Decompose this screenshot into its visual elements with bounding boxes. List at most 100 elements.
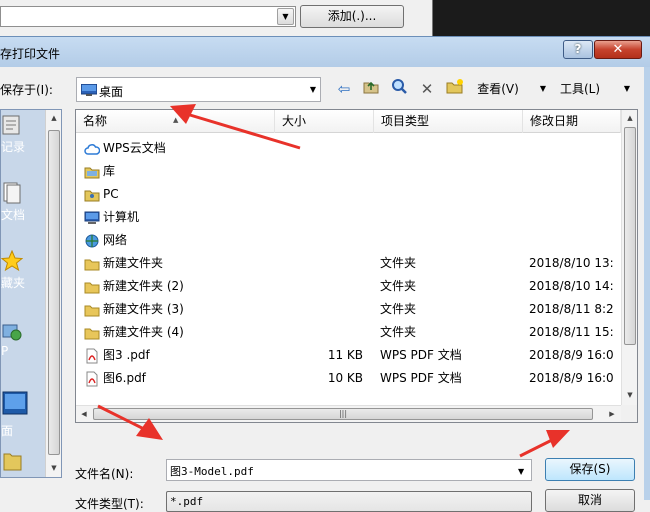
file-row[interactable]: 库	[76, 160, 621, 183]
pdf-file-icon	[84, 348, 100, 364]
file-date: 2018/8/11 15:	[529, 325, 614, 339]
file-type: 文件夹	[380, 279, 417, 293]
file-name: 图6.pdf	[103, 371, 146, 385]
file-row[interactable]: 图3 .pdf 11 KB WPS PDF 文档 2018/8/9 16:0	[76, 344, 621, 367]
place-label: 面	[1, 424, 14, 438]
file-row[interactable]: 新建文件夹 文件夹 2018/8/10 13:	[76, 252, 621, 275]
tools-menu[interactable]: 工具(L)	[555, 78, 605, 100]
back-icon[interactable]: ⇦	[333, 78, 355, 100]
dialog-title: 存打印文件	[0, 47, 61, 61]
cancel-button[interactable]: 取消	[545, 489, 635, 512]
scroll-up-icon[interactable]: ▲	[46, 110, 61, 127]
file-type: WPS PDF 文档	[380, 348, 462, 362]
save-in-dropdown[interactable]: 桌面 ▼	[76, 77, 321, 102]
place-favorites[interactable]: 藏夹	[1, 250, 45, 291]
file-list-horizontal-scrollbar[interactable]: ◀ ||| ▶	[76, 405, 621, 422]
file-row[interactable]: 新建文件夹 (4) 文件夹 2018/8/11 15:	[76, 321, 621, 344]
documents-icon	[3, 182, 21, 204]
cloud-icon	[84, 141, 101, 157]
chevron-down-icon[interactable]: ▼	[277, 8, 294, 25]
network-place-icon	[2, 324, 22, 341]
recent-icon	[2, 115, 20, 135]
place-network[interactable]: P	[1, 320, 45, 358]
file-size: 11 KB	[327, 348, 363, 362]
save-in-label: 保存于(I):	[0, 83, 53, 97]
place-recent[interactable]: 记录	[1, 114, 45, 155]
file-type: 文件夹	[380, 325, 417, 339]
chevron-down-icon[interactable]: ▼	[310, 85, 316, 94]
scrollbar-corner	[621, 405, 637, 422]
column-type[interactable]: 项目类型	[374, 110, 523, 133]
column-header: 名称 ▲ 大小 项目类型 修改日期	[76, 110, 621, 133]
scroll-right-icon[interactable]: ▶	[604, 406, 620, 422]
filename-input[interactable]: 图3-Model.pdf	[166, 459, 532, 481]
title-bar[interactable]: 存打印文件 ? ✕	[0, 37, 650, 67]
file-name: 库	[103, 164, 116, 178]
file-list-vertical-scrollbar[interactable]: ▲ ▼	[621, 110, 637, 405]
file-name: 新建文件夹	[103, 256, 164, 270]
tools-dropdown-icon[interactable]: ▼	[620, 78, 634, 100]
scroll-up-icon[interactable]: ▲	[622, 110, 637, 127]
add-button[interactable]: 添加(.)...	[300, 5, 404, 28]
new-folder-icon[interactable]	[444, 78, 466, 100]
sort-arrow-icon: ▲	[173, 116, 179, 124]
scroll-thumb[interactable]	[624, 127, 636, 345]
views-dropdown-icon[interactable]: ▼	[536, 78, 550, 100]
scroll-left-icon[interactable]: ◀	[76, 406, 92, 422]
column-size[interactable]: 大小	[275, 110, 374, 133]
filetype-label: 文件类型(T):	[75, 497, 144, 511]
chevron-down-icon[interactable]: ▼	[518, 467, 524, 476]
place-desktop[interactable]: 面	[1, 390, 45, 439]
filetype-dropdown[interactable]: *.pdf	[166, 491, 532, 512]
scroll-thumb[interactable]: |||	[93, 408, 593, 420]
background-dark-panel	[432, 0, 650, 36]
column-name[interactable]: 名称 ▲	[76, 110, 275, 133]
file-name: 计算机	[103, 210, 140, 224]
file-date: 2018/8/9 16:0	[529, 371, 614, 385]
file-row[interactable]: 图6.pdf 10 KB WPS PDF 文档 2018/8/9 16:0	[76, 367, 621, 390]
search-icon[interactable]	[388, 78, 410, 100]
file-row[interactable]: 新建文件夹 (2) 文件夹 2018/8/10 14:	[76, 275, 621, 298]
folder-icon	[3, 453, 22, 471]
place-label: 文档	[1, 208, 26, 222]
scroll-down-icon[interactable]: ▼	[622, 387, 637, 404]
file-date: 2018/8/10 13:	[529, 256, 614, 270]
background-window: ▼ 添加(.)...	[0, 0, 650, 36]
save-print-file-dialog: 存打印文件 ? ✕ 保存于(I): 桌面 ▼ ⇦ ✕ 查看(V) ▼ 工具(L)…	[0, 36, 650, 512]
views-menu[interactable]: 查看(V)	[470, 78, 526, 100]
place-label: P	[1, 344, 9, 358]
file-row[interactable]: WPS云文档	[76, 137, 621, 160]
file-date: 2018/8/11 8:2	[529, 302, 614, 316]
file-name: 新建文件夹 (3)	[103, 302, 184, 316]
places-scrollbar[interactable]: ▲ ▼	[45, 110, 61, 477]
file-name: 网络	[103, 233, 128, 247]
scroll-down-icon[interactable]: ▼	[46, 460, 61, 477]
filename-label: 文件名(N):	[75, 467, 134, 481]
file-name: 图3 .pdf	[103, 348, 150, 362]
pdf-file-icon	[84, 371, 100, 387]
help-button[interactable]: ?	[563, 40, 593, 59]
close-button[interactable]: ✕	[594, 40, 642, 59]
file-size: 10 KB	[327, 371, 363, 385]
file-type: WPS PDF 文档	[380, 371, 462, 385]
network-icon	[84, 233, 100, 249]
file-row[interactable]: 网络	[76, 229, 621, 252]
scroll-thumb[interactable]	[48, 130, 60, 455]
background-dropdown[interactable]: ▼	[0, 6, 296, 27]
user-folder-icon	[84, 187, 100, 203]
place-label: 藏夹	[1, 276, 26, 290]
desktop-icon	[2, 391, 28, 415]
up-folder-icon[interactable]	[360, 78, 382, 100]
places-bar: 记录 文档 藏夹 P 面 ▲ ▼	[0, 109, 62, 478]
save-button[interactable]: 保存(S)	[545, 458, 635, 481]
file-row[interactable]: 计算机	[76, 206, 621, 229]
file-row[interactable]: 新建文件夹 (3) 文件夹 2018/8/11 8:2	[76, 298, 621, 321]
folder-icon	[84, 256, 100, 272]
file-name: WPS云文档	[103, 141, 166, 155]
file-list: 名称 ▲ 大小 项目类型 修改日期 WPS云文档库 PC 计算机 网络 新建文件夹 文件夹…	[75, 109, 638, 423]
delete-icon[interactable]: ✕	[416, 78, 438, 100]
place-label: 记录	[1, 140, 26, 154]
column-date[interactable]: 修改日期	[523, 110, 621, 133]
place-documents[interactable]: 文档	[1, 182, 45, 223]
file-row[interactable]: PC	[76, 183, 621, 206]
